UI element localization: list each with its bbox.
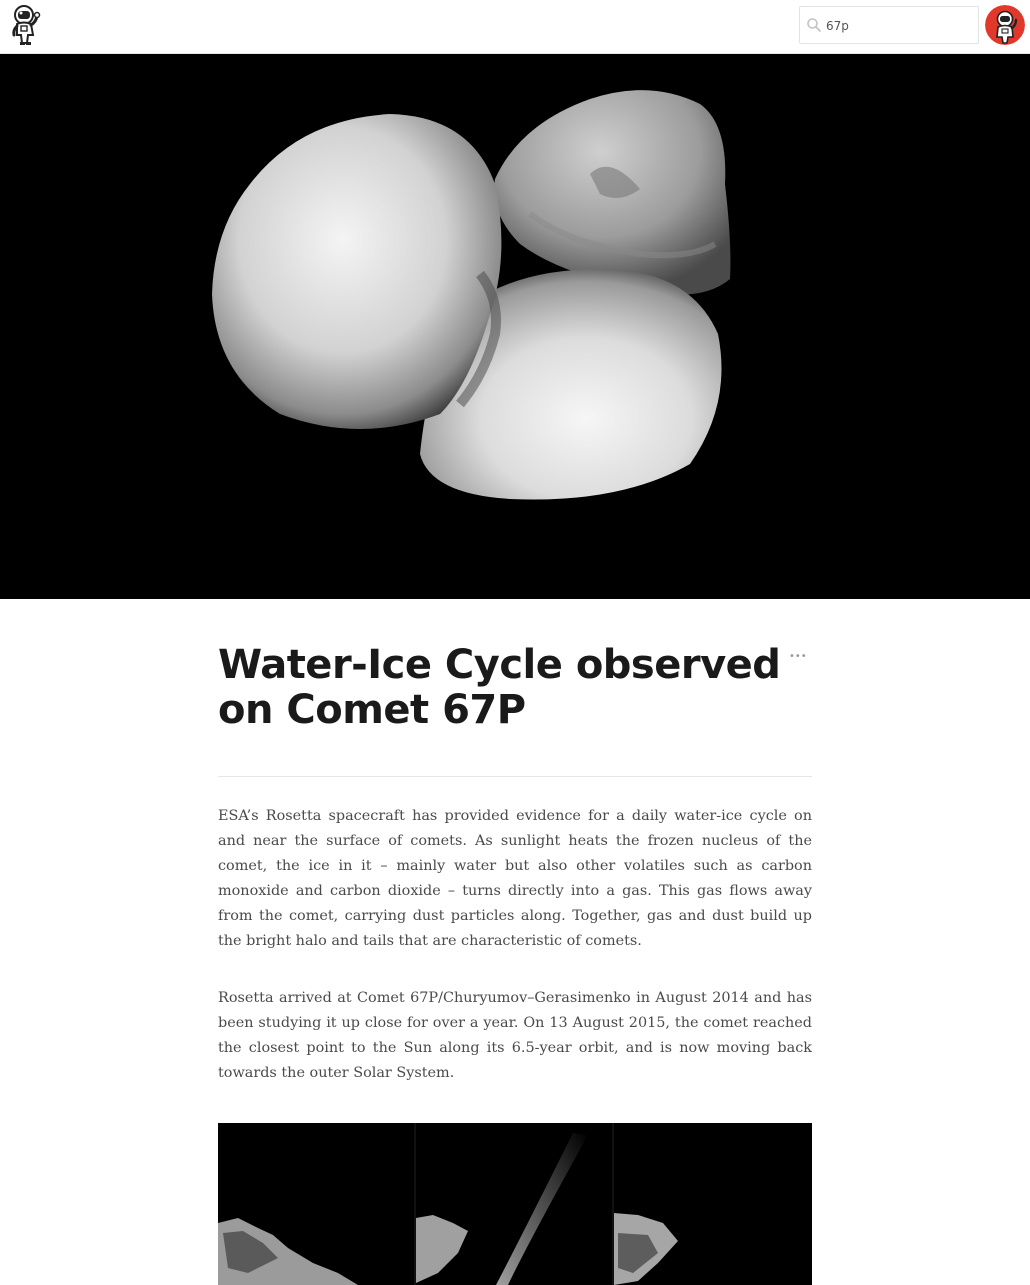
search-box[interactable]: [799, 6, 979, 44]
search-input[interactable]: [826, 15, 972, 37]
hero-image: [0, 54, 1030, 599]
search-icon: [806, 17, 822, 33]
more-options-icon[interactable]: •••: [789, 652, 807, 662]
article-paragraph: Rosetta arrived at Comet 67P/Churyumov–G…: [218, 990, 812, 1081]
astronaut-logo-icon[interactable]: [9, 4, 43, 46]
title-divider: [218, 776, 812, 777]
astronaut-avatar-icon: [985, 5, 1025, 45]
comet-67p-nucleus-model: [212, 90, 731, 500]
comet-jet-sequence-images: [218, 1123, 812, 1285]
top-bar: [0, 0, 1030, 54]
user-avatar[interactable]: [985, 5, 1025, 45]
article-figure: [218, 1123, 812, 1285]
article-paragraph: ESA’s Rosetta spacecraft has provided ev…: [218, 808, 812, 949]
article-title: Water-Ice Cycle observed on Comet 67P: [218, 642, 781, 733]
